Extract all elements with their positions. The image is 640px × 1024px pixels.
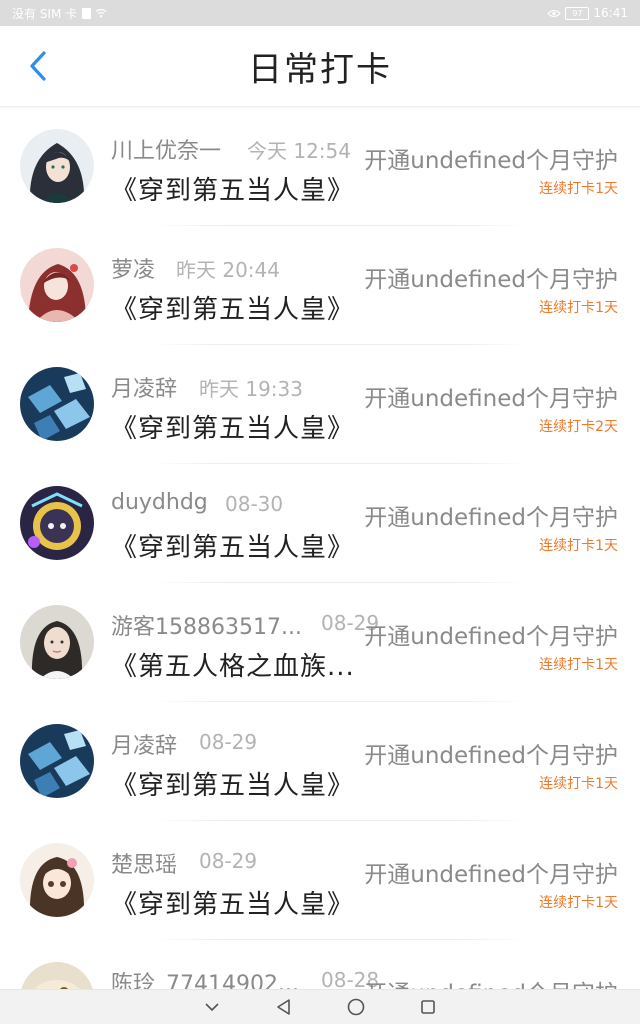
guard-text: 开通undefined个月守护 <box>364 505 618 531</box>
streak-label: 连续打卡1天 <box>539 538 618 554</box>
battery-icon: 97 <box>565 6 590 20</box>
book-title[interactable]: 《穿到第五当人皇》 <box>111 527 354 564</box>
avatar[interactable] <box>20 129 94 203</box>
guard-text: 开通undefined个月守护 <box>364 743 618 769</box>
streak-label: 连续打卡1天 <box>539 300 618 316</box>
guard-text: 开通undefined个月守护 <box>364 624 618 650</box>
home-nav-button[interactable] <box>345 996 367 1018</box>
book-title[interactable]: 《穿到第五当人皇》 <box>111 170 354 207</box>
guard-text: 开通undefined个月守护 <box>364 267 618 293</box>
list-item[interactable]: 川上优奈一 今天 12:54 《穿到第五当人皇》 开通undefined个月守护… <box>0 107 640 226</box>
list-item[interactable]: 陈玲_77414902... 08-28 开通undefined个月守护 <box>0 940 640 990</box>
book-title[interactable]: 《穿到第五当人皇》 <box>111 765 354 802</box>
timestamp: 08-30 <box>225 492 284 516</box>
username: 陈玲_77414902... <box>111 972 299 990</box>
status-bar: 没有 SIM 卡 97 16:41 <box>0 0 640 26</box>
hide-nav-button[interactable] <box>201 996 223 1018</box>
chevron-down-icon <box>205 1003 219 1012</box>
username: 川上优奈一 <box>111 139 222 164</box>
avatar[interactable] <box>20 605 94 679</box>
list-item[interactable]: 楚思瑶 08-29 《穿到第五当人皇》 开通undefined个月守护 连续打卡… <box>0 821 640 940</box>
back-nav-button[interactable] <box>273 996 295 1018</box>
book-title[interactable]: 《穿到第五当人皇》 <box>111 408 354 445</box>
book-title[interactable]: 《穿到第五当人皇》 <box>111 884 354 921</box>
username: 楚思瑶 <box>111 853 178 878</box>
list-item[interactable]: 月凌辞 08-29 《穿到第五当人皇》 开通undefined个月守护 连续打卡… <box>0 702 640 821</box>
clock: 16:41 <box>593 6 628 20</box>
username: 月凌辞 <box>111 377 178 402</box>
list-item[interactable]: 游客158863517... 08-29 《第五人格之血族... 开通undef… <box>0 583 640 702</box>
avatar[interactable] <box>20 843 94 917</box>
back-triangle-icon <box>277 999 290 1015</box>
avatar[interactable] <box>20 486 94 560</box>
timestamp: 今天 12:54 <box>247 139 351 163</box>
battery-level: 97 <box>572 8 583 18</box>
streak-label: 连续打卡1天 <box>539 181 618 197</box>
username: duydhdg <box>111 490 208 515</box>
system-nav-bar <box>0 989 640 1024</box>
list-item[interactable]: 萝凌 昨天 20:44 《穿到第五当人皇》 开通undefined个月守护 连续… <box>0 226 640 345</box>
guard-text: 开通undefined个月守护 <box>364 386 618 412</box>
timestamp: 08-29 <box>199 730 258 754</box>
guard-text: 开通undefined个月守护 <box>364 974 618 990</box>
status-right: 97 16:41 <box>547 6 628 20</box>
username: 游客158863517... <box>111 615 302 640</box>
list-item[interactable]: 月凌辞 昨天 19:33 《穿到第五当人皇》 开通undefined个月守护 连… <box>0 345 640 464</box>
guard-text: 开通undefined个月守护 <box>364 862 618 888</box>
status-left: 没有 SIM 卡 <box>12 5 107 22</box>
timestamp: 08-29 <box>199 849 258 873</box>
carrier-text: 没有 SIM 卡 <box>12 6 78 21</box>
eye-icon <box>547 9 562 17</box>
app-header: 日常打卡 <box>0 26 640 107</box>
page-title: 日常打卡 <box>248 49 392 90</box>
sim-icon <box>82 7 92 19</box>
checkin-list[interactable]: 川上优奈一 今天 12:54 《穿到第五当人皇》 开通undefined个月守护… <box>0 107 640 990</box>
home-circle-icon <box>347 998 365 1016</box>
wifi-icon <box>95 8 107 18</box>
avatar[interactable] <box>20 724 94 798</box>
streak-label: 连续打卡2天 <box>539 419 618 435</box>
avatar[interactable] <box>20 962 94 990</box>
guard-text: 开通undefined个月守护 <box>364 148 618 174</box>
list-item[interactable]: duydhdg 08-30 《穿到第五当人皇》 开通undefined个月守护 … <box>0 464 640 583</box>
streak-label: 连续打卡1天 <box>539 895 618 911</box>
recents-nav-button[interactable] <box>417 996 439 1018</box>
book-title[interactable]: 《穿到第五当人皇》 <box>111 289 354 326</box>
recents-square-icon <box>421 1000 435 1014</box>
username: 萝凌 <box>111 258 156 283</box>
username: 月凌辞 <box>111 734 178 759</box>
avatar[interactable] <box>20 248 94 322</box>
streak-label: 连续打卡1天 <box>539 776 618 792</box>
book-title[interactable]: 《第五人格之血族... <box>111 646 355 683</box>
avatar[interactable] <box>20 367 94 441</box>
timestamp: 昨天 19:33 <box>199 377 303 401</box>
timestamp: 昨天 20:44 <box>176 258 280 282</box>
streak-label: 连续打卡1天 <box>539 657 618 673</box>
